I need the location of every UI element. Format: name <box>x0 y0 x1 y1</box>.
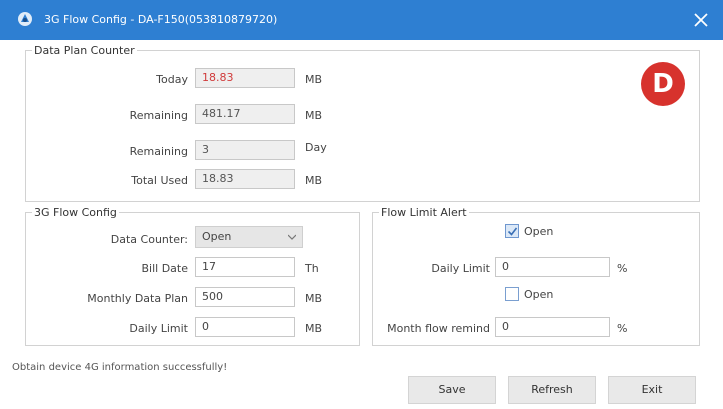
today-value: 18.83 <box>195 68 295 88</box>
save-button[interactable]: Save <box>408 376 496 404</box>
window-title: 3G Flow Config - DA-F150(053810879720) <box>44 13 278 26</box>
flow-limit-alert-legend: Flow Limit Alert <box>381 206 467 219</box>
remaining-mb-value: 481.17 <box>195 104 295 124</box>
refresh-button[interactable]: Refresh <box>508 376 596 404</box>
d-badge: D <box>641 62 685 106</box>
data-counter-value: Open <box>202 230 232 243</box>
data-counter-label: Data Counter: <box>110 233 188 246</box>
alert-open-label-1: Open <box>524 225 554 238</box>
monthly-plan-input[interactable]: 500 <box>195 287 295 307</box>
exit-button[interactable]: Exit <box>608 376 696 404</box>
app-icon <box>18 12 32 26</box>
title-bar: 3G Flow Config - DA-F150(053810879720) <box>0 0 723 40</box>
daily-limit-input[interactable]: 0 <box>195 317 295 337</box>
daily-limit-label: Daily Limit <box>129 322 188 335</box>
alert-daily-limit-label: Daily Limit <box>431 262 490 275</box>
flow-config-legend: 3G Flow Config <box>34 206 117 219</box>
today-unit: MB <box>305 73 323 86</box>
remaining-day-label: Remaining <box>129 145 188 158</box>
today-label: Today <box>156 73 188 86</box>
remaining-day-unit: Day <box>305 141 327 154</box>
bill-date-unit: Th <box>305 262 319 275</box>
bill-date-label: Bill Date <box>141 262 188 275</box>
daily-limit-unit: MB <box>305 322 323 335</box>
status-message: Obtain device 4G information successfull… <box>12 362 228 373</box>
total-used-label: Total Used <box>131 174 188 187</box>
total-used-unit: MB <box>305 174 323 187</box>
bill-date-input[interactable]: 17 <box>195 257 295 277</box>
chevron-down-icon <box>288 234 296 240</box>
alert-open-checkbox-2[interactable] <box>505 287 519 301</box>
alert-daily-limit-unit: % <box>617 262 628 275</box>
alert-daily-limit-input[interactable]: 0 <box>495 257 610 277</box>
monthly-plan-label: Monthly Data Plan <box>87 292 188 305</box>
close-button[interactable] <box>687 6 715 34</box>
dialog-content: Data Plan Counter Today 18.83 MB Remaini… <box>0 40 723 409</box>
data-counter-select[interactable]: Open <box>195 226 303 248</box>
close-icon <box>694 13 708 27</box>
monthly-plan-unit: MB <box>305 292 323 305</box>
month-remind-input[interactable]: 0 <box>495 317 610 337</box>
alert-open-checkbox-1[interactable] <box>505 224 519 238</box>
month-remind-unit: % <box>617 322 628 335</box>
checkmark-icon <box>507 227 518 236</box>
alert-open-label-2: Open <box>524 288 554 301</box>
total-used-value: 18.83 <box>195 169 295 189</box>
data-plan-counter-legend: Data Plan Counter <box>34 44 135 57</box>
remaining-mb-unit: MB <box>305 109 323 122</box>
remaining-mb-label: Remaining <box>129 109 188 122</box>
remaining-day-value: 3 <box>195 140 295 160</box>
month-remind-label: Month flow remind <box>387 322 490 335</box>
